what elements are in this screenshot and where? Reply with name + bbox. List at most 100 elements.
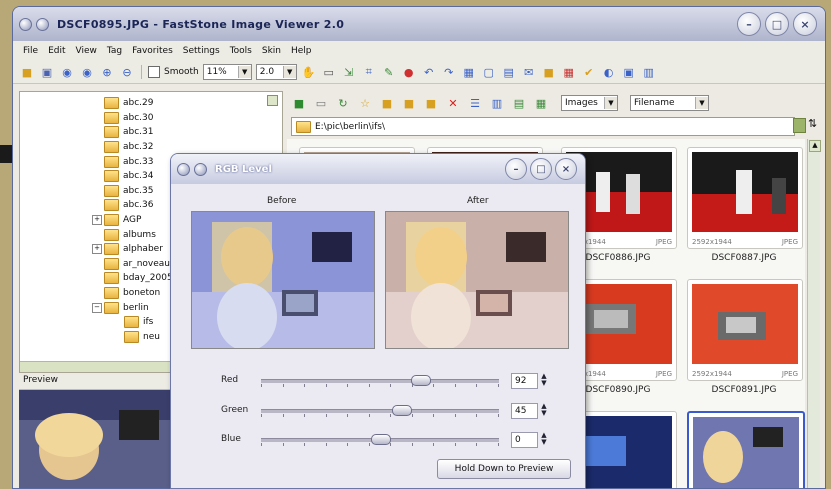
window-pin-icon[interactable] bbox=[36, 17, 49, 31]
zoom-in-icon[interactable]: ⊕ bbox=[99, 64, 115, 80]
thumbnail-card[interactable]: 2592x1944 JPEG bbox=[687, 279, 803, 381]
sort-combo[interactable]: Filename ▼ bbox=[630, 95, 709, 111]
blue-value-field[interactable]: 0 bbox=[511, 432, 538, 448]
dialog-pin-icon[interactable] bbox=[194, 162, 207, 176]
forward-icon[interactable]: ◉ bbox=[79, 64, 95, 80]
rotate-left-icon[interactable]: ↶ bbox=[421, 64, 437, 80]
path-go-icon[interactable] bbox=[793, 118, 806, 133]
zoom-combo[interactable]: 11% ▼ bbox=[202, 64, 252, 80]
open-folder-icon[interactable]: ■ bbox=[19, 64, 35, 80]
menu-file[interactable]: File bbox=[23, 46, 38, 56]
menu-settings[interactable]: Settings bbox=[183, 46, 220, 56]
tree-collapse-icon[interactable] bbox=[267, 95, 278, 106]
favorites-icon[interactable]: ■ bbox=[541, 64, 557, 80]
menu-tools[interactable]: Tools bbox=[230, 46, 252, 56]
chevron-down-icon[interactable]: ▼ bbox=[282, 66, 296, 78]
thumbnail-scrollbar[interactable]: ▲ bbox=[807, 139, 821, 488]
red-slider-thumb[interactable] bbox=[411, 375, 432, 386]
zoom-out-icon[interactable]: ⊖ bbox=[119, 64, 135, 80]
refresh-icon[interactable]: ↻ bbox=[335, 95, 351, 111]
menu-bar: File Edit View Tag Favorites Settings To… bbox=[13, 41, 825, 61]
red-slider-row: Red 92 ▲ ▼ bbox=[221, 373, 561, 389]
thumbnails-icon[interactable]: ▥ bbox=[489, 95, 505, 111]
collapse-icon[interactable]: − bbox=[92, 302, 102, 313]
hand-tool-icon[interactable]: ✋ bbox=[301, 64, 317, 80]
red-spin-icon[interactable]: ▲ ▼ bbox=[539, 373, 549, 388]
draw-icon[interactable]: ✎ bbox=[381, 64, 397, 80]
back-icon[interactable]: ◉ bbox=[59, 64, 75, 80]
menu-edit[interactable]: Edit bbox=[48, 46, 65, 56]
thumbnail-card-selected[interactable] bbox=[687, 411, 805, 488]
close-icon[interactable]: × bbox=[793, 12, 817, 36]
chevron-down-icon[interactable]: ▼ bbox=[695, 97, 708, 109]
fullscreen-icon[interactable]: ▢ bbox=[481, 64, 497, 80]
scroll-up-icon[interactable]: ▲ bbox=[809, 140, 821, 152]
menu-help[interactable]: Help bbox=[291, 46, 312, 56]
view-icon[interactable]: ▭ bbox=[313, 95, 329, 111]
maximize-icon[interactable]: □ bbox=[765, 12, 789, 36]
filter-combo[interactable]: Images ▼ bbox=[561, 95, 618, 111]
red-track[interactable] bbox=[261, 379, 499, 383]
path-tool-icon[interactable]: ⇅ bbox=[808, 117, 817, 130]
grid-icon[interactable]: ▦ bbox=[461, 64, 477, 80]
tree-item[interactable]: abc.30 bbox=[20, 111, 282, 126]
thumb-type: JPEG bbox=[781, 238, 798, 246]
tree-item[interactable]: abc.29 bbox=[20, 96, 282, 111]
slideshow-icon[interactable]: ▤ bbox=[501, 64, 517, 80]
after-photo bbox=[385, 211, 569, 349]
path-field[interactable]: E:\pic\berlin\ifs\ bbox=[291, 117, 795, 136]
smooth-checkbox[interactable] bbox=[148, 66, 160, 78]
menu-view[interactable]: View bbox=[76, 46, 97, 56]
copy-icon[interactable]: ■ bbox=[401, 95, 417, 111]
window-menu-icon[interactable] bbox=[19, 17, 32, 31]
star-icon[interactable]: ☆ bbox=[357, 95, 373, 111]
chevron-down-icon[interactable]: ▼ bbox=[237, 66, 251, 78]
green-value-field[interactable]: 45 bbox=[511, 403, 538, 419]
dialog-maximize-icon[interactable]: □ bbox=[530, 158, 552, 180]
histogram-icon[interactable]: ▦ bbox=[533, 95, 549, 111]
red-eye-icon[interactable]: ● bbox=[401, 64, 417, 80]
crop-icon[interactable]: ⌗ bbox=[361, 64, 377, 80]
red-ticks bbox=[261, 384, 499, 388]
menu-favorites[interactable]: Favorites bbox=[132, 46, 173, 56]
menu-skin[interactable]: Skin bbox=[262, 46, 281, 56]
dialog-title-bar[interactable]: RGB Level – □ × bbox=[171, 154, 585, 184]
compare-icon[interactable]: ▤ bbox=[511, 95, 527, 111]
settings-icon[interactable]: ▥ bbox=[641, 64, 657, 80]
menu-tag[interactable]: Tag bbox=[107, 46, 122, 56]
green-track[interactable] bbox=[261, 409, 499, 413]
chevron-down-icon[interactable]: ▼ bbox=[604, 97, 617, 109]
delete-icon[interactable]: ✕ bbox=[445, 95, 461, 111]
blue-spin-icon[interactable]: ▲ ▼ bbox=[539, 432, 549, 447]
red-value-field[interactable]: 92 bbox=[511, 373, 538, 389]
tree-item-label: abc.30 bbox=[123, 112, 154, 123]
ratio-combo[interactable]: 2.0 ▼ bbox=[255, 64, 297, 80]
expand-icon[interactable]: + bbox=[92, 215, 102, 226]
info-icon[interactable]: ◐ bbox=[601, 64, 617, 80]
dialog-close-icon[interactable]: × bbox=[555, 158, 577, 180]
rotate-right-icon[interactable]: ↷ bbox=[441, 64, 457, 80]
minimize-icon[interactable]: – bbox=[737, 12, 761, 36]
tag-icon[interactable]: ✔ bbox=[581, 64, 597, 80]
move-icon[interactable]: ■ bbox=[423, 95, 439, 111]
title-bar[interactable]: DSCF0895.JPG - FastStone Image Viewer 2.… bbox=[13, 7, 825, 41]
green-spin-icon[interactable]: ▲ ▼ bbox=[539, 403, 549, 418]
details-icon[interactable]: ☰ bbox=[467, 95, 483, 111]
green-slider-thumb[interactable] bbox=[392, 405, 413, 416]
go-up-icon[interactable]: ■ bbox=[291, 95, 307, 111]
resize-icon[interactable]: ⇲ bbox=[341, 64, 357, 80]
print-icon[interactable]: ▦ bbox=[561, 64, 577, 80]
dialog-menu-icon[interactable] bbox=[177, 162, 190, 176]
expand-icon[interactable]: + bbox=[92, 244, 102, 255]
tree-item[interactable]: abc.31 bbox=[20, 125, 282, 140]
layout-icon[interactable]: ▣ bbox=[621, 64, 637, 80]
save-icon[interactable]: ▣ bbox=[39, 64, 55, 80]
blue-slider-thumb[interactable] bbox=[371, 434, 391, 445]
dialog-minimize-icon[interactable]: – bbox=[505, 158, 527, 180]
new-folder-icon[interactable]: ■ bbox=[379, 95, 395, 111]
tree-item-label: neu bbox=[143, 331, 160, 342]
email-icon[interactable]: ✉ bbox=[521, 64, 537, 80]
thumbnail-card[interactable]: 2592x1944 JPEG bbox=[687, 147, 803, 249]
hold-to-preview-button[interactable]: Hold Down to Preview bbox=[437, 459, 571, 479]
select-icon[interactable]: ▭ bbox=[321, 64, 337, 80]
